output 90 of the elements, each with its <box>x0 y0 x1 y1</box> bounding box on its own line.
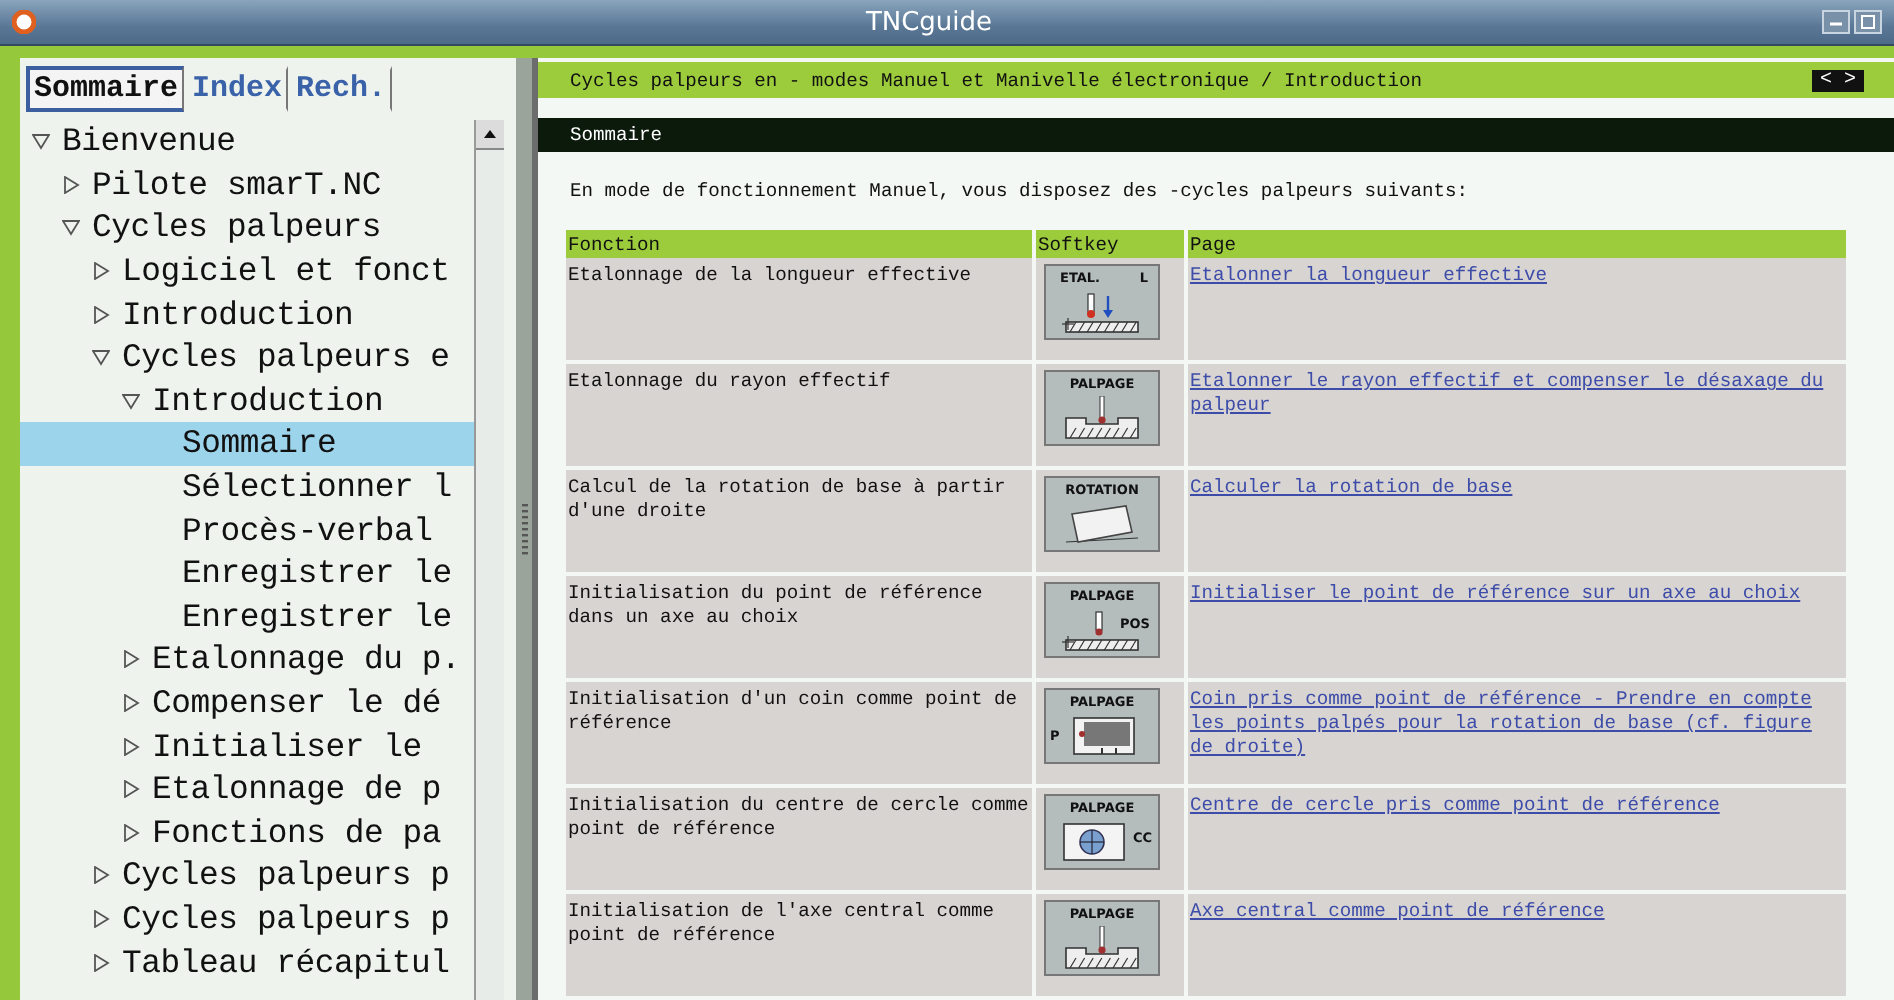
collapsed-triangle-icon[interactable] <box>122 780 140 799</box>
expanded-triangle-icon[interactable] <box>32 132 50 151</box>
tree-item[interactable]: Enregistrer le <box>20 595 474 639</box>
tree-item[interactable]: Introduction <box>20 379 474 423</box>
collapsed-triangle-icon[interactable] <box>92 262 110 281</box>
window-title: TNCguide <box>863 7 995 37</box>
page-link[interactable]: Centre de cercle pris comme point de référence <box>1190 794 1844 818</box>
collapsed-triangle-icon[interactable] <box>122 737 140 756</box>
page-link[interactable]: Initialiser le point de référence sur un axe au choix <box>1190 582 1844 606</box>
tree-label: Pilote smarT.NC <box>92 165 382 204</box>
expanded-triangle-icon[interactable] <box>122 391 140 410</box>
table-cell: Calcul de la rotation de base à partir d'une droite <box>566 468 1034 574</box>
intro-text: En mode de fonctionnement Manuel, vous disposez des -cycles palpeurs suivants: <box>570 180 1471 202</box>
page-link[interactable]: Calculer la rotation de base <box>1190 476 1844 500</box>
tree-item[interactable]: Pilote smarT.NC <box>20 163 474 207</box>
collapsed-triangle-icon[interactable] <box>122 650 140 669</box>
tree-label: Initialiser le <box>152 727 422 766</box>
tree-label: Introduction <box>122 295 354 334</box>
grip-icon[interactable] <box>521 503 527 555</box>
collapsed-triangle-icon[interactable] <box>62 175 80 194</box>
table-cell: Initialisation du centre de cercle comme point de référence <box>566 786 1034 892</box>
tree-label: Bienvenue <box>62 122 236 161</box>
collapsed-triangle-icon[interactable] <box>122 694 140 713</box>
scroll-up-icon[interactable] <box>476 120 504 150</box>
tree-item[interactable]: Enregistrer le <box>20 551 474 596</box>
tab[interactable]: Sommaire <box>26 66 185 112</box>
table-cell: Etalonnage de la longueur effective <box>566 258 1034 362</box>
column-header: Softkey <box>1034 230 1186 258</box>
tree-label: Sélectionner l <box>182 468 452 507</box>
section-title: Sommaire <box>538 118 1894 152</box>
tree-label: Fonctions de pa <box>152 813 442 852</box>
tree-label: Logiciel et fonct <box>122 252 450 291</box>
tree-item[interactable]: Logiciel et fonct <box>20 249 474 293</box>
tree-label: Enregistrer le <box>182 597 452 636</box>
plate-drawing <box>1062 502 1142 546</box>
tree-item[interactable]: Cycles palpeurs <box>20 206 474 250</box>
tree-item[interactable]: Compenser le dé <box>20 681 474 725</box>
tree-label: Compenser le dé <box>152 684 442 723</box>
tree-item[interactable]: Initialiser le <box>20 724 474 768</box>
tree-item[interactable]: Introduction <box>20 292 474 336</box>
tree-label: Cycles palpeurs <box>92 208 382 247</box>
tab[interactable]: Index <box>184 66 289 112</box>
app-icon <box>12 10 36 34</box>
tree-item[interactable]: Tableau récapitul <box>20 940 474 984</box>
probe-drawing <box>1062 926 1142 970</box>
tree-item[interactable]: Etalonnage de p <box>20 767 474 811</box>
tree-item[interactable]: Procès-verbal <box>20 508 474 552</box>
collapsed-triangle-icon[interactable] <box>92 866 110 885</box>
minimize-icon[interactable] <box>1822 10 1850 34</box>
tree-label: Etalonnage du p. <box>152 640 461 679</box>
breadcrumb: Cycles palpeurs en - modes Manuel et Manivelle électronique / Introduction <box>570 69 1423 92</box>
tree-item[interactable]: Bienvenue <box>20 120 474 164</box>
table-cell: Initialisation de l'axe central comme point de référence <box>566 892 1034 998</box>
tree-label: Tableau récapitul <box>122 943 450 982</box>
collapsed-triangle-icon[interactable] <box>92 953 110 972</box>
column-header: Fonction <box>566 230 1034 258</box>
probe-drawing <box>1062 290 1142 334</box>
tree-label: Procès-verbal <box>182 511 433 550</box>
tree-label: Cycles palpeurs p <box>122 856 450 895</box>
table-cell: Initialisation du point de référence dans un axe au choix <box>566 574 1034 680</box>
tree-item[interactable]: Cycles palpeurs p <box>20 897 474 941</box>
collapsed-triangle-icon[interactable] <box>92 909 110 928</box>
tree-item[interactable]: Cycles palpeurs e <box>20 335 474 380</box>
collapsed-triangle-icon[interactable] <box>92 305 110 324</box>
tree-item[interactable]: Cycles palpeurs p <box>20 854 474 898</box>
probe-drawing <box>1062 396 1142 440</box>
page-link[interactable]: Etalonner la longueur effective <box>1190 264 1844 288</box>
expanded-triangle-icon[interactable] <box>92 348 110 367</box>
next-button[interactable]: > <box>1841 69 1858 92</box>
tree-label: Cycles palpeurs e <box>122 338 450 377</box>
page-link[interactable]: Etalonner le rayon effectif et compenser le désaxage du palpeur <box>1190 370 1844 418</box>
maximize-icon[interactable] <box>1854 10 1882 34</box>
tree-item[interactable]: Etalonnage du p. <box>20 638 474 682</box>
collapsed-triangle-icon[interactable] <box>122 823 140 842</box>
tree-label: Cycles palpeurs p <box>122 899 450 938</box>
tree-item[interactable]: Fonctions de pa <box>20 811 474 855</box>
tree-label: Etalonnage de p <box>152 770 442 809</box>
tree-label: Introduction <box>152 381 384 420</box>
previous-button[interactable]: < <box>1817 69 1834 92</box>
tree-item[interactable]: Sommaire <box>20 422 474 466</box>
column-header: Page <box>1186 230 1848 258</box>
table-cell: Etalonnage du rayon effectif <box>566 362 1034 468</box>
tree-label: Enregistrer le <box>182 554 452 593</box>
page-link[interactable]: Coin pris comme point de référence - Prendre en compte les points palpés pour la rotation de base (cf. figure de droite) <box>1190 688 1844 760</box>
table-cell: Initialisation d'un coin comme point de référence <box>566 680 1034 786</box>
tree-label: Sommaire <box>182 424 337 463</box>
tab[interactable]: Rech. <box>288 66 393 112</box>
expanded-triangle-icon[interactable] <box>62 218 80 237</box>
tree-item[interactable]: Sélectionner l <box>20 465 474 509</box>
page-link[interactable]: Axe central comme point de référence <box>1190 900 1844 924</box>
